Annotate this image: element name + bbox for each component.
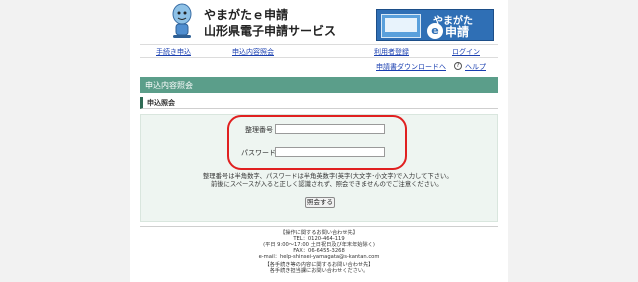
site-title: やまがたｅ申請 [204, 8, 289, 22]
id-input[interactable] [275, 124, 385, 134]
subsection-header: 申込照会 [140, 97, 498, 109]
footer: 【操作に関するお問い合わせ先】 TEL：0120-464-119 (平日 9:0… [140, 228, 498, 282]
note-line-2: 前後にスペースが入ると正しく認識されず、照会できませんのでご注意ください。 [211, 181, 443, 188]
right-margin [508, 0, 638, 282]
submit-button[interactable]: 照会する [305, 197, 335, 208]
footer-email[interactable]: e-mail：help-shinsei-yamagata@s-kantan.co… [140, 253, 498, 260]
nav-register[interactable]: 利用者登録 [374, 47, 409, 57]
nav-login[interactable]: ログイン [452, 47, 480, 57]
page-container: やまがたｅ申請 山形県電子申請サービス やまがた e 申請 手続き申込 申込内容… [140, 0, 498, 282]
sub-links: 申請書ダウンロードへ ? ヘルプ [140, 62, 498, 74]
section-title: 申込内容照会 [145, 81, 193, 90]
footer-line: 各手続き担当課にお問い合わせください。 [269, 268, 369, 274]
brand-logo: やまがた e 申請 [376, 9, 494, 41]
help-link[interactable]: ヘルプ [465, 62, 486, 72]
logo-text-2: 申請 [445, 25, 470, 39]
id-label: 整理番号 [245, 126, 273, 134]
password-input[interactable] [275, 147, 385, 157]
computer-icon [381, 14, 421, 38]
main-nav: 手続き申込 申込内容照会 利用者登録 ログイン [140, 44, 498, 58]
download-link[interactable]: 申請書ダウンロードへ [376, 62, 446, 72]
nav-inquiry[interactable]: 申込内容照会 [232, 47, 274, 57]
mascot-icon [172, 3, 192, 38]
footer-divider [140, 226, 498, 227]
left-margin [0, 0, 130, 282]
nav-apply[interactable]: 手続き申込 [156, 47, 191, 57]
section-header: 申込内容照会 [140, 77, 498, 93]
inquiry-form: 整理番号 パスワード 整理番号は半角数字、パスワードは半角英数字(英字(大文字･… [140, 114, 498, 222]
logo-e-mark: e [427, 23, 443, 39]
site-banner: やまがたｅ申請 山形県電子申請サービス やまがた e 申請 [144, 2, 494, 42]
help-icon[interactable]: ? [454, 62, 462, 70]
password-label: パスワード [241, 149, 276, 157]
site-subtitle: 山形県電子申請サービス [204, 24, 337, 38]
subsection-title: 申込照会 [147, 99, 175, 107]
